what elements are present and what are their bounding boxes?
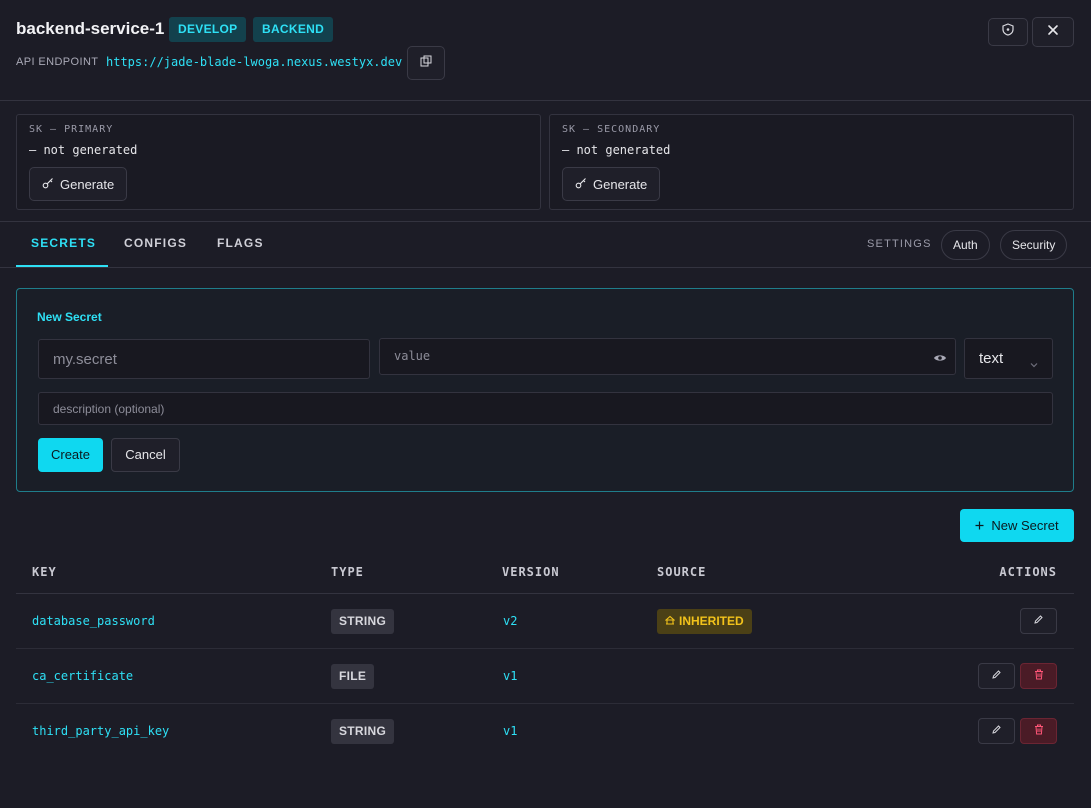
secondary-key-value: — not generated xyxy=(562,143,671,157)
column-source[interactable]: SOURCE xyxy=(657,565,706,579)
edit-button[interactable] xyxy=(1020,608,1057,634)
secret-key[interactable]: database_password xyxy=(32,614,155,628)
tab-secrets[interactable]: SECRETS xyxy=(31,236,96,250)
edit-button[interactable] xyxy=(978,718,1015,744)
copy-endpoint-button[interactable] xyxy=(407,46,445,80)
table-row[interactable]: third_party_api_key STRING v1 xyxy=(16,704,1074,759)
trash-icon xyxy=(1034,722,1044,740)
inherited-icon xyxy=(664,609,676,634)
security-settings-button[interactable]: Security xyxy=(1000,230,1068,260)
api-endpoint-url[interactable]: https://jade-blade-lwoga.nexus.westyx.de… xyxy=(106,55,402,69)
form-title: New Secret xyxy=(37,310,102,324)
key-icon xyxy=(42,177,54,192)
column-type[interactable]: TYPE xyxy=(331,565,364,579)
primary-key-label: SK — PRIMARY xyxy=(29,124,114,135)
env-badge: DEVELOP xyxy=(169,17,247,42)
settings-label: SETTINGS xyxy=(867,238,932,250)
create-button[interactable]: Create xyxy=(38,438,103,472)
source-badge: INHERITED xyxy=(657,609,752,634)
generate-label: Generate xyxy=(593,176,648,192)
auth-settings-button[interactable]: Auth xyxy=(941,230,990,260)
secondary-key-label: SK — SECONDARY xyxy=(562,124,661,135)
active-tab-indicator xyxy=(16,265,108,267)
type-value: text xyxy=(979,350,1004,367)
secondary-key-card: SK — SECONDARY — not generated Generate xyxy=(549,114,1074,210)
delete-button[interactable] xyxy=(1020,663,1057,689)
secret-key[interactable]: ca_certificate xyxy=(32,669,133,683)
secret-version[interactable]: v1 xyxy=(503,669,517,683)
tab-flags[interactable]: FLAGS xyxy=(217,236,264,250)
column-actions: ACTIONS xyxy=(999,565,1057,579)
edit-button[interactable] xyxy=(978,663,1015,689)
pencil-icon xyxy=(1033,612,1044,630)
pencil-icon xyxy=(991,667,1002,685)
secret-version[interactable]: v2 xyxy=(503,614,517,628)
type-badge: STRING xyxy=(331,609,395,634)
eye-icon[interactable] xyxy=(933,352,947,366)
source-label: INHERITED xyxy=(679,614,744,628)
tier-badge: BACKEND xyxy=(253,17,334,42)
generate-label: Generate xyxy=(60,176,115,192)
secret-key[interactable]: third_party_api_key xyxy=(32,724,169,738)
type-badge: STRING xyxy=(331,719,395,744)
close-icon xyxy=(1047,23,1059,41)
cancel-button[interactable]: Cancel xyxy=(111,438,180,472)
plus-icon xyxy=(975,518,984,533)
api-endpoint-label: API ENDPOINT xyxy=(16,56,99,68)
shield-icon xyxy=(1002,23,1014,41)
generate-primary-button[interactable]: Generate xyxy=(29,167,128,201)
secret-type-select[interactable]: text xyxy=(964,338,1053,379)
table-header: KEY TYPE VERSION SOURCE ACTIONS xyxy=(16,551,1074,594)
key-icon xyxy=(575,177,587,192)
column-key[interactable]: KEY xyxy=(32,565,57,579)
copy-icon xyxy=(420,54,432,72)
trash-icon xyxy=(1034,667,1044,685)
value-placeholder: value xyxy=(394,349,431,363)
generate-secondary-button[interactable]: Generate xyxy=(562,167,661,201)
new-secret-form: New Secret my.secret value text descript… xyxy=(16,288,1074,492)
secret-key-input[interactable]: my.secret xyxy=(38,339,370,379)
table-row[interactable]: ca_certificate FILE v1 xyxy=(16,649,1074,704)
new-secret-label: New Secret xyxy=(991,518,1059,533)
description-input[interactable]: description (optional) xyxy=(38,392,1053,425)
description-placeholder: description (optional) xyxy=(53,401,165,416)
tab-configs[interactable]: CONFIGS xyxy=(124,236,187,250)
header: backend-service-1 DEVELOP BACKEND API EN… xyxy=(0,0,1091,101)
tab-bar: SECRETS CONFIGS FLAGS SETTINGS Auth Secu… xyxy=(0,222,1091,268)
signing-keys-section: SK — PRIMARY — not generated Generate SK… xyxy=(0,101,1091,222)
table-row[interactable]: database_password STRING v2 INHERITED xyxy=(16,594,1074,649)
page-title: backend-service-1 xyxy=(16,19,165,38)
pencil-icon xyxy=(991,722,1002,740)
key-placeholder: my.secret xyxy=(53,350,117,368)
secret-value-input[interactable]: value xyxy=(379,338,956,375)
new-secret-button[interactable]: New Secret xyxy=(960,509,1074,542)
primary-key-value: — not generated xyxy=(29,143,138,157)
type-badge: FILE xyxy=(331,664,375,689)
close-button[interactable] xyxy=(1032,17,1074,47)
delete-button[interactable] xyxy=(1020,718,1057,744)
column-version[interactable]: VERSION xyxy=(502,565,560,579)
primary-key-card: SK — PRIMARY — not generated Generate xyxy=(16,114,541,210)
security-shield-button[interactable] xyxy=(988,18,1028,46)
secret-version[interactable]: v1 xyxy=(503,724,517,738)
chevron-down-icon xyxy=(1030,355,1038,372)
